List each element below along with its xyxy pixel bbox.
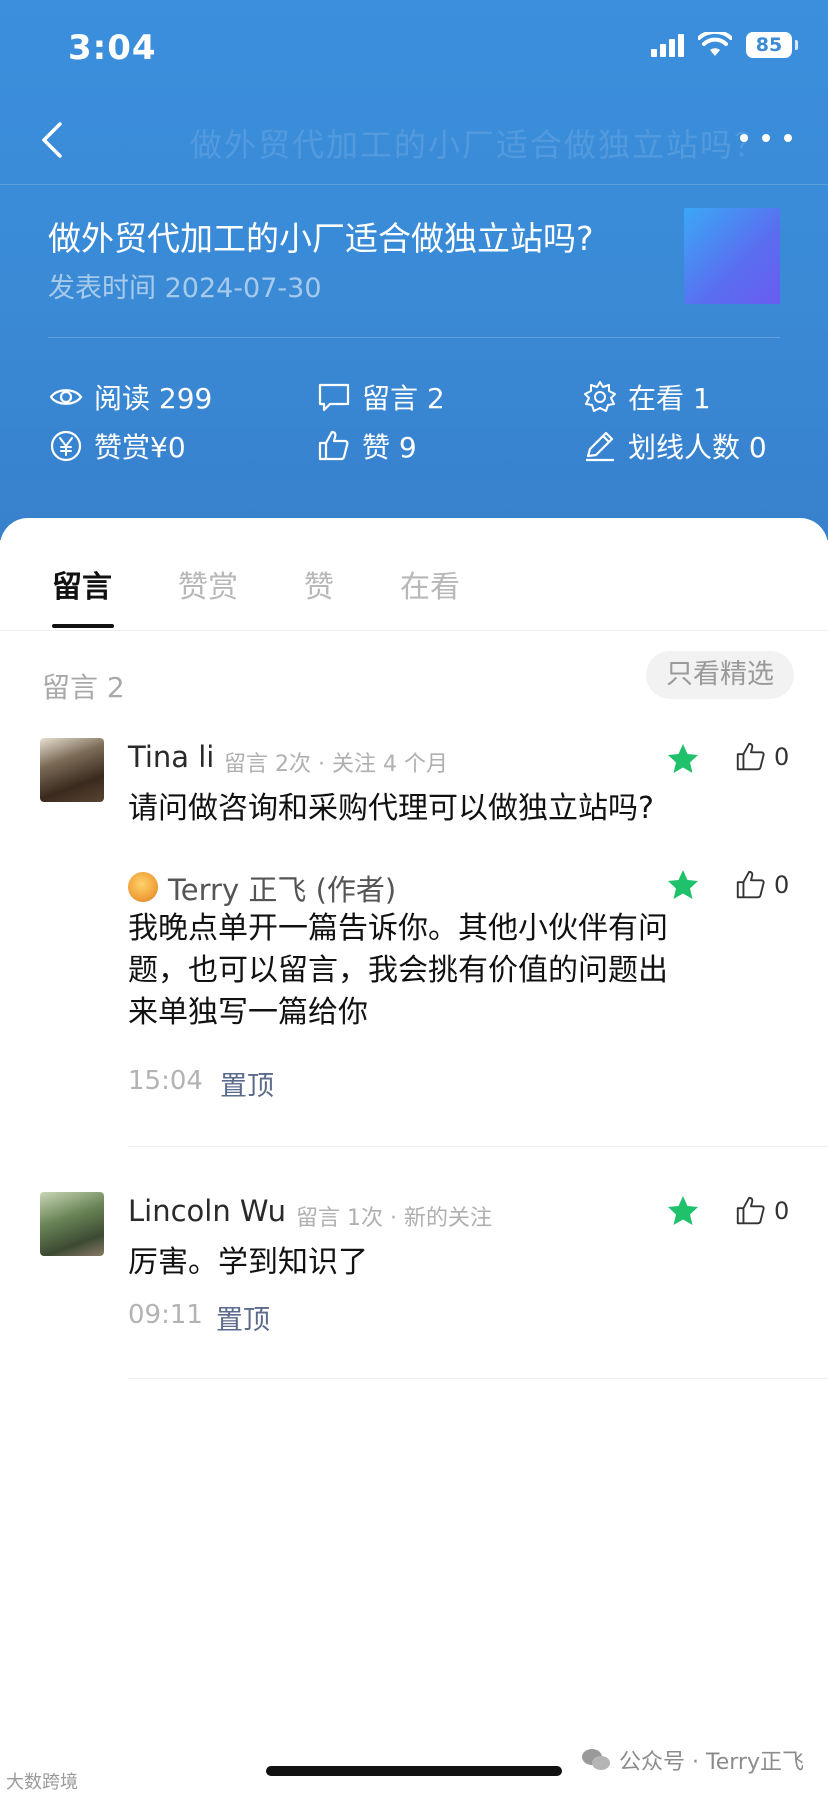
comment-time: 09:11	[128, 1300, 203, 1330]
more-dot-icon	[762, 134, 770, 142]
like-button[interactable]: 0	[734, 868, 789, 902]
reply-author[interactable]: Terry 正飞 (作者)	[168, 867, 396, 909]
thumbs-up-icon	[318, 430, 349, 461]
featured-only-button[interactable]: 只看精选	[646, 651, 794, 699]
like-count: 0	[774, 1197, 790, 1225]
more-button[interactable]	[740, 124, 792, 152]
avatar[interactable]	[40, 738, 104, 802]
stat-reads-label: 阅读 299	[94, 382, 213, 415]
comment-time: 15:04	[128, 1066, 203, 1096]
article-thumbnail[interactable]	[684, 208, 780, 304]
pen-icon	[586, 431, 614, 462]
more-dot-icon	[784, 134, 792, 142]
like-button[interactable]: 0	[734, 1194, 789, 1228]
article-header: 3:04 85 做外贸代加工的小厂适合做独立站吗？ 做外贸代加工的小厂适合做独立…	[0, 0, 828, 540]
comment-divider	[128, 1146, 828, 1147]
stat-likes-label: 赞 9	[362, 431, 417, 464]
stat-tips-label: 赞赏¥0	[94, 431, 186, 464]
publish-time: 发表时间 2024-07-30	[48, 273, 322, 304]
tab-watching[interactable]: 在看	[400, 562, 460, 606]
comment-text: 请问做咨询和采购代理可以做独立站吗?	[128, 791, 654, 826]
like-button[interactable]: 0	[734, 740, 789, 774]
pin-button[interactable]: 置顶	[220, 1064, 274, 1103]
cellular-signal-icon	[651, 33, 684, 57]
tab-likes[interactable]: 赞	[304, 562, 334, 606]
stats-divider	[48, 337, 780, 338]
more-dot-icon	[740, 134, 748, 142]
comment-author[interactable]: Tina li	[128, 740, 214, 774]
wechat-icon	[582, 1749, 611, 1770]
comment-text: 厉害。学到知识了	[128, 1245, 368, 1280]
stat-comments: 留言 2	[316, 377, 445, 417]
stat-watching-label: 在看 1	[628, 382, 711, 415]
pin-button[interactable]: 置顶	[216, 1298, 270, 1337]
comment-count: 留言 2	[42, 671, 125, 704]
star-icon[interactable]	[666, 868, 700, 902]
stat-underlines: 划线人数 0	[582, 426, 767, 466]
author-avatar[interactable]	[128, 872, 158, 902]
active-tab-indicator	[52, 624, 114, 628]
battery-icon: 85	[746, 32, 798, 58]
stat-comments-label: 留言 2	[362, 382, 445, 415]
comments-sheet: 留言 赞赏 赞 在看 留言 2 只看精选 Tina li 留言 2次 · 关注 …	[0, 518, 828, 1792]
status-time: 3:04	[68, 28, 157, 68]
thumbs-up-icon	[736, 1196, 765, 1225]
back-button[interactable]	[34, 118, 74, 162]
like-count: 0	[774, 743, 790, 771]
watermark-right: 公众号 · Terry正飞	[581, 1744, 804, 1776]
avatar[interactable]	[40, 1192, 104, 1256]
article-title: 做外贸代加工的小厂适合做独立站吗?	[48, 219, 594, 258]
status-icons: 85	[651, 32, 798, 58]
stat-tips: 赞赏¥0	[48, 426, 186, 466]
wifi-icon	[698, 32, 732, 56]
tab-bar: 留言 赞赏 赞 在看	[0, 518, 828, 631]
tab-tips[interactable]: 赞赏	[178, 562, 238, 606]
comment-author[interactable]: Lincoln Wu	[128, 1194, 286, 1228]
watermark-left: 大数跨境	[6, 1772, 78, 1793]
home-indicator[interactable]	[266, 1766, 562, 1776]
star-icon[interactable]	[666, 742, 700, 776]
comment-meta: 留言 1次 · 新的关注	[296, 1206, 492, 1231]
reply-text: 我晚点单开一篇告诉你。其他小伙伴有问题，也可以留言，我会挑有价值的问题出来单独写…	[128, 911, 668, 1030]
watching-icon	[584, 381, 616, 412]
comment-divider	[128, 1378, 828, 1379]
stat-reads: 阅读 299	[48, 377, 212, 417]
chevron-left-icon	[42, 122, 62, 158]
thumbs-up-icon	[736, 742, 765, 771]
stat-likes: 赞 9	[316, 426, 417, 466]
nav-title: 做外贸代加工的小厂适合做独立站吗？	[190, 126, 769, 164]
nav-divider	[0, 184, 828, 185]
comment-icon	[318, 383, 350, 412]
tab-comments[interactable]: 留言	[52, 562, 112, 606]
eye-icon	[49, 389, 83, 405]
star-icon[interactable]	[666, 1194, 700, 1228]
stat-underlines-label: 划线人数 0	[628, 431, 767, 464]
stat-watching: 在看 1	[582, 377, 711, 417]
watermark-right-label: 公众号 · Terry正飞	[619, 1750, 804, 1775]
thumbs-up-icon	[736, 870, 765, 899]
yen-coin-icon	[50, 430, 82, 462]
like-count: 0	[774, 871, 790, 899]
comment-meta: 留言 2次 · 关注 4 个月	[224, 752, 448, 777]
